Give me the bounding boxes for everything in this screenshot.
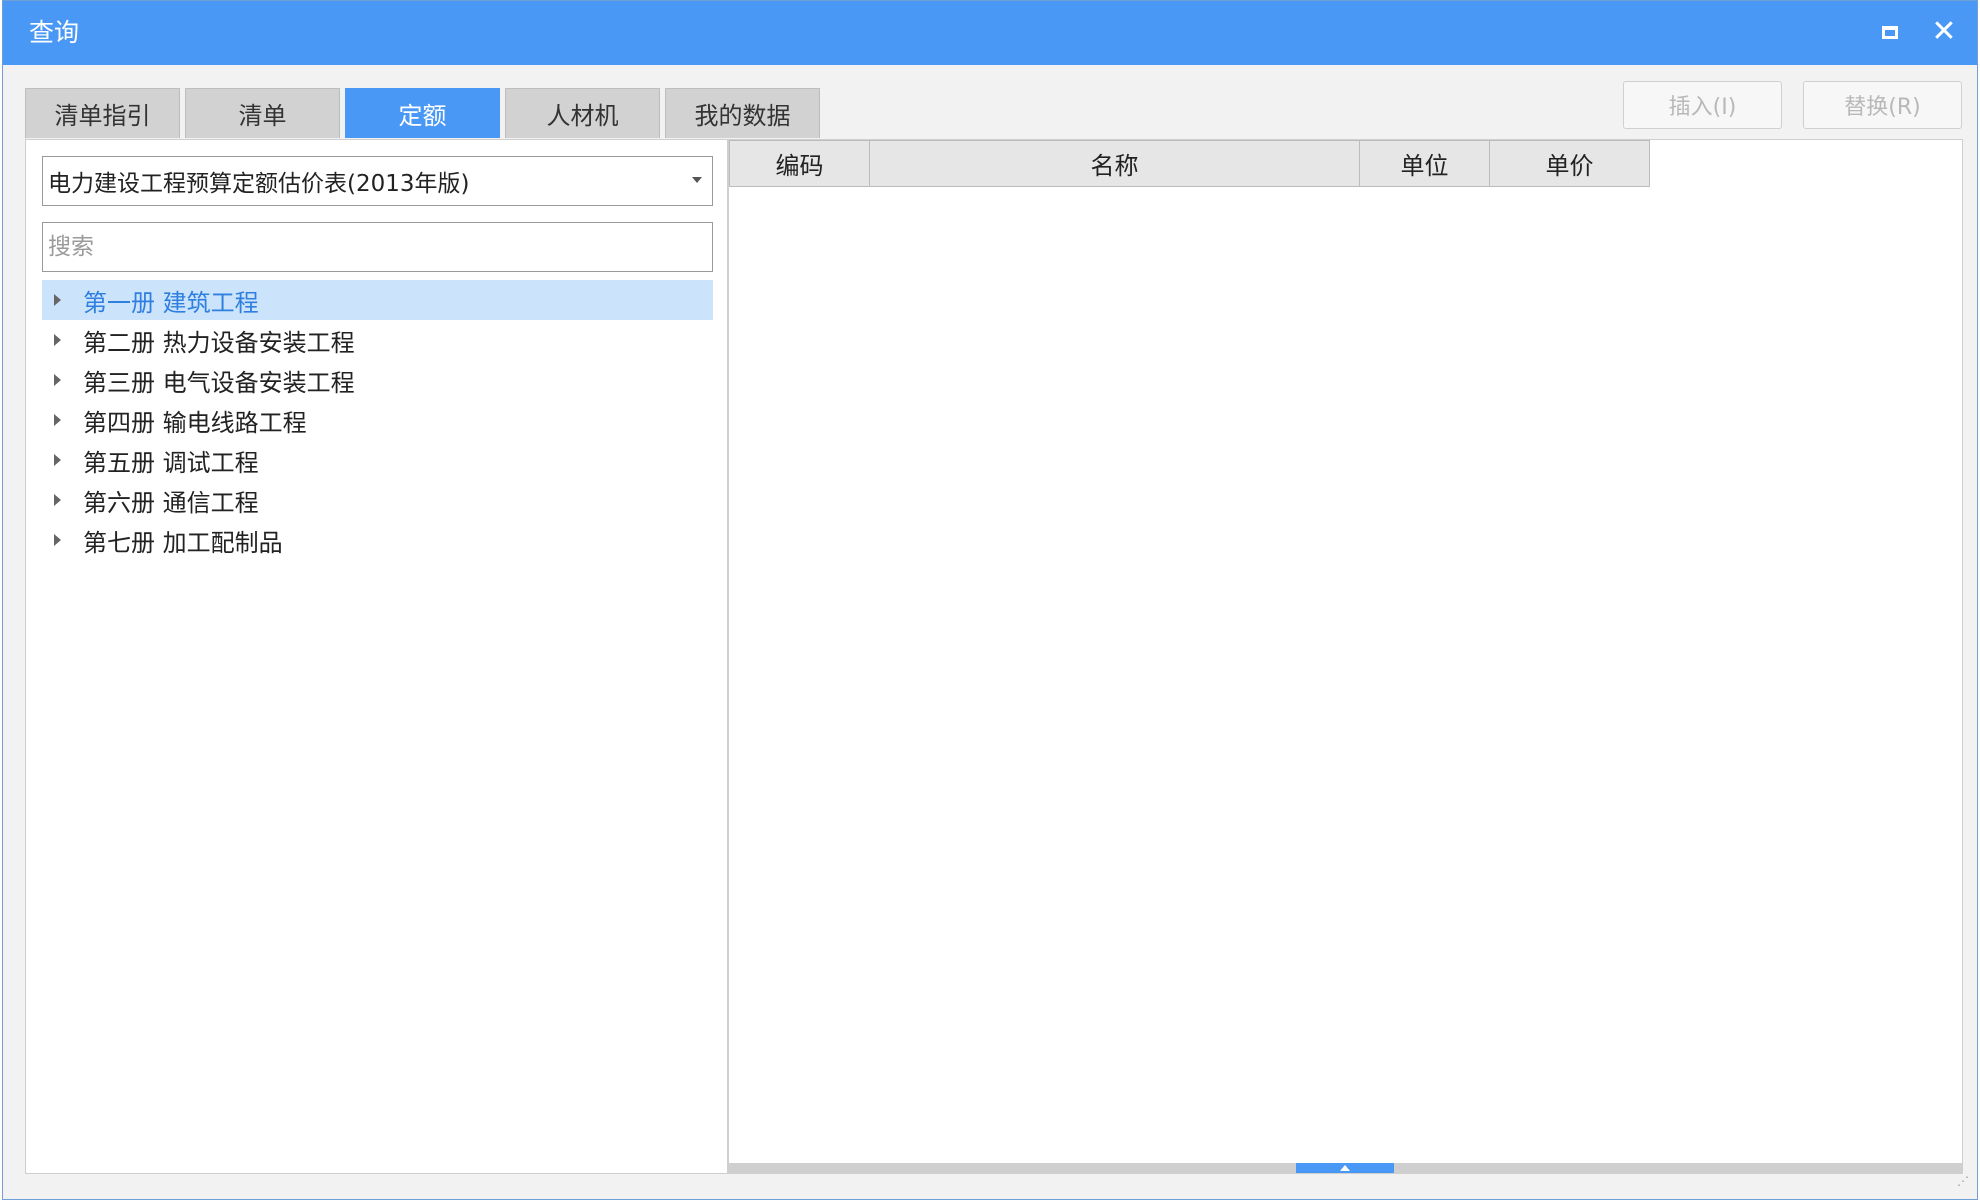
tree-item-label: 第四册 输电线路工程 [83, 408, 307, 437]
library-panel: 电力建设工程预算定额估价表(2013年版) 第一册 建筑工程 第二册 热力设备安… [25, 139, 728, 1174]
tree-item-label: 第三册 电气设备安装工程 [83, 368, 355, 397]
close-icon[interactable]: ✕ [1929, 17, 1959, 47]
library-select[interactable]: 电力建设工程预算定额估价表(2013年版) [42, 156, 713, 206]
tree-item[interactable]: 第五册 调试工程 [42, 440, 713, 480]
tree-item-label: 第一册 建筑工程 [83, 288, 259, 317]
tree-item-label: 第二册 热力设备安装工程 [83, 328, 355, 357]
column-header-code[interactable]: 编码 [729, 140, 870, 187]
tree-item-label: 第五册 调试工程 [83, 448, 259, 477]
tab-bill-guide[interactable]: 清单指引 [25, 88, 180, 138]
expand-arrow-icon[interactable] [54, 294, 61, 306]
tree-item[interactable]: 第四册 输电线路工程 [42, 400, 713, 440]
column-header-name[interactable]: 名称 [870, 140, 1360, 187]
resize-grip-icon[interactable]: ⋰ [1957, 1175, 1973, 1193]
tree-item[interactable]: 第三册 电气设备安装工程 [42, 360, 713, 400]
tab-labor-material-machine[interactable]: 人材机 [505, 88, 660, 138]
tree-item-label: 第六册 通信工程 [83, 488, 259, 517]
search-input[interactable] [42, 222, 713, 272]
tree-item[interactable]: 第二册 热力设备安装工程 [42, 320, 713, 360]
tree-item[interactable]: 第六册 通信工程 [42, 480, 713, 520]
tab-bill[interactable]: 清单 [185, 88, 340, 138]
quota-grid-panel: 编码 名称 单位 单价 [728, 139, 1963, 1174]
expand-arrow-icon[interactable] [54, 414, 61, 426]
expand-arrow-icon[interactable] [54, 494, 61, 506]
maximize-icon[interactable] [1875, 17, 1905, 47]
arrow-up-icon [1340, 1165, 1350, 1171]
tab-my-data[interactable]: 我的数据 [665, 88, 820, 138]
title-bar[interactable]: 查询 ✕ [3, 1, 1977, 65]
column-header-unit-price[interactable]: 单价 [1490, 140, 1650, 187]
column-header-unit[interactable]: 单位 [1360, 140, 1490, 187]
tree-item-label: 第七册 加工配制品 [83, 528, 283, 557]
dialog-title: 查询 [29, 18, 80, 47]
chevron-down-icon [692, 177, 702, 183]
grid-header: 编码 名称 单位 单价 [729, 140, 1650, 187]
replace-button[interactable]: 替换(R) [1803, 81, 1962, 129]
tree-item[interactable]: 第七册 加工配制品 [42, 520, 713, 560]
expand-arrow-icon[interactable] [54, 334, 61, 346]
insert-button[interactable]: 插入(I) [1623, 81, 1782, 129]
expand-arrow-icon[interactable] [54, 374, 61, 386]
library-select-value: 电力建设工程预算定额估价表(2013年版) [48, 171, 470, 197]
tree-item[interactable]: 第一册 建筑工程 [42, 280, 713, 320]
query-dialog: 查询 ✕ 清单指引 清单 定额 人材机 我的数据 插入(I) 替换(R) 电力建… [2, 0, 1978, 1200]
tab-quota[interactable]: 定额 [345, 88, 500, 138]
expand-arrow-icon[interactable] [54, 454, 61, 466]
chapter-tree: 第一册 建筑工程 第二册 热力设备安装工程 第三册 电气设备安装工程 第四册 输… [42, 280, 713, 560]
expand-arrow-icon[interactable] [54, 534, 61, 546]
horizontal-scrollbar[interactable] [729, 1163, 1962, 1173]
scroll-handle[interactable] [1296, 1163, 1394, 1173]
